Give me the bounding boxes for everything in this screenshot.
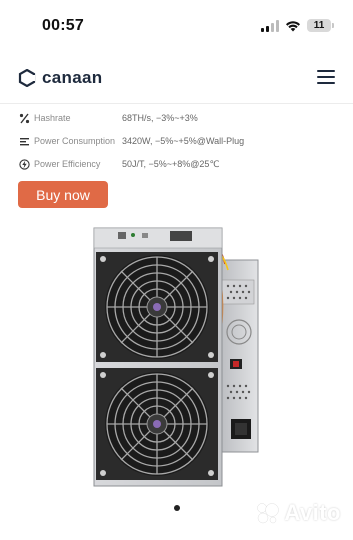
spec-label: Power Consumption (34, 136, 116, 146)
power-efficiency-icon (18, 158, 30, 170)
status-time: 00:57 (42, 17, 84, 34)
hamburger-menu-icon[interactable] (317, 70, 335, 84)
status-bar: 00:57 11 (0, 0, 353, 50)
spec-list: Hashrate 68TH/s, −3%~+3% Power Consumpti… (18, 108, 338, 177)
spec-value: 68TH/s, −3%~+3% (122, 113, 198, 123)
avito-watermark: Avito (256, 500, 341, 526)
spec-row-hashrate: Hashrate 68TH/s, −3%~+3% (18, 108, 338, 128)
avito-logo-icon (257, 503, 280, 524)
spec-label: Hashrate (34, 113, 71, 123)
cooling-fan-bottom (96, 368, 218, 480)
status-icons: 11 (261, 19, 334, 32)
brand-logo[interactable]: canaan (18, 68, 102, 88)
power-consumption-icon (18, 135, 30, 147)
hashrate-icon (18, 112, 30, 124)
site-header: canaan (0, 52, 353, 104)
brand-name: canaan (42, 68, 103, 87)
spec-row-power-efficiency: Power Efficiency 50J/T, −5%~+8%@25℃ (18, 154, 338, 174)
spec-label: Power Efficiency (34, 159, 101, 169)
product-image[interactable] (88, 220, 266, 490)
battery-level: 11 (313, 20, 325, 31)
cellular-signal-icon (261, 19, 279, 32)
spec-row-power-consumption: Power Consumption 3420W, −5%~+5%@Wall-Pl… (18, 131, 338, 151)
canaan-logo-icon (18, 69, 36, 87)
cooling-fan-top (96, 252, 218, 362)
spec-value: 3420W, −5%~+5%@Wall-Plug (122, 136, 245, 146)
buy-now-button[interactable]: Buy now (18, 181, 108, 208)
power-supply-unit (217, 259, 259, 453)
watermark-text: Avito (284, 500, 341, 525)
carousel-indicator-dot[interactable] (174, 505, 180, 511)
wifi-icon (286, 20, 300, 31)
spec-value: 50J/T, −5%~+8%@25℃ (122, 158, 220, 169)
battery-indicator: 11 (307, 19, 334, 32)
